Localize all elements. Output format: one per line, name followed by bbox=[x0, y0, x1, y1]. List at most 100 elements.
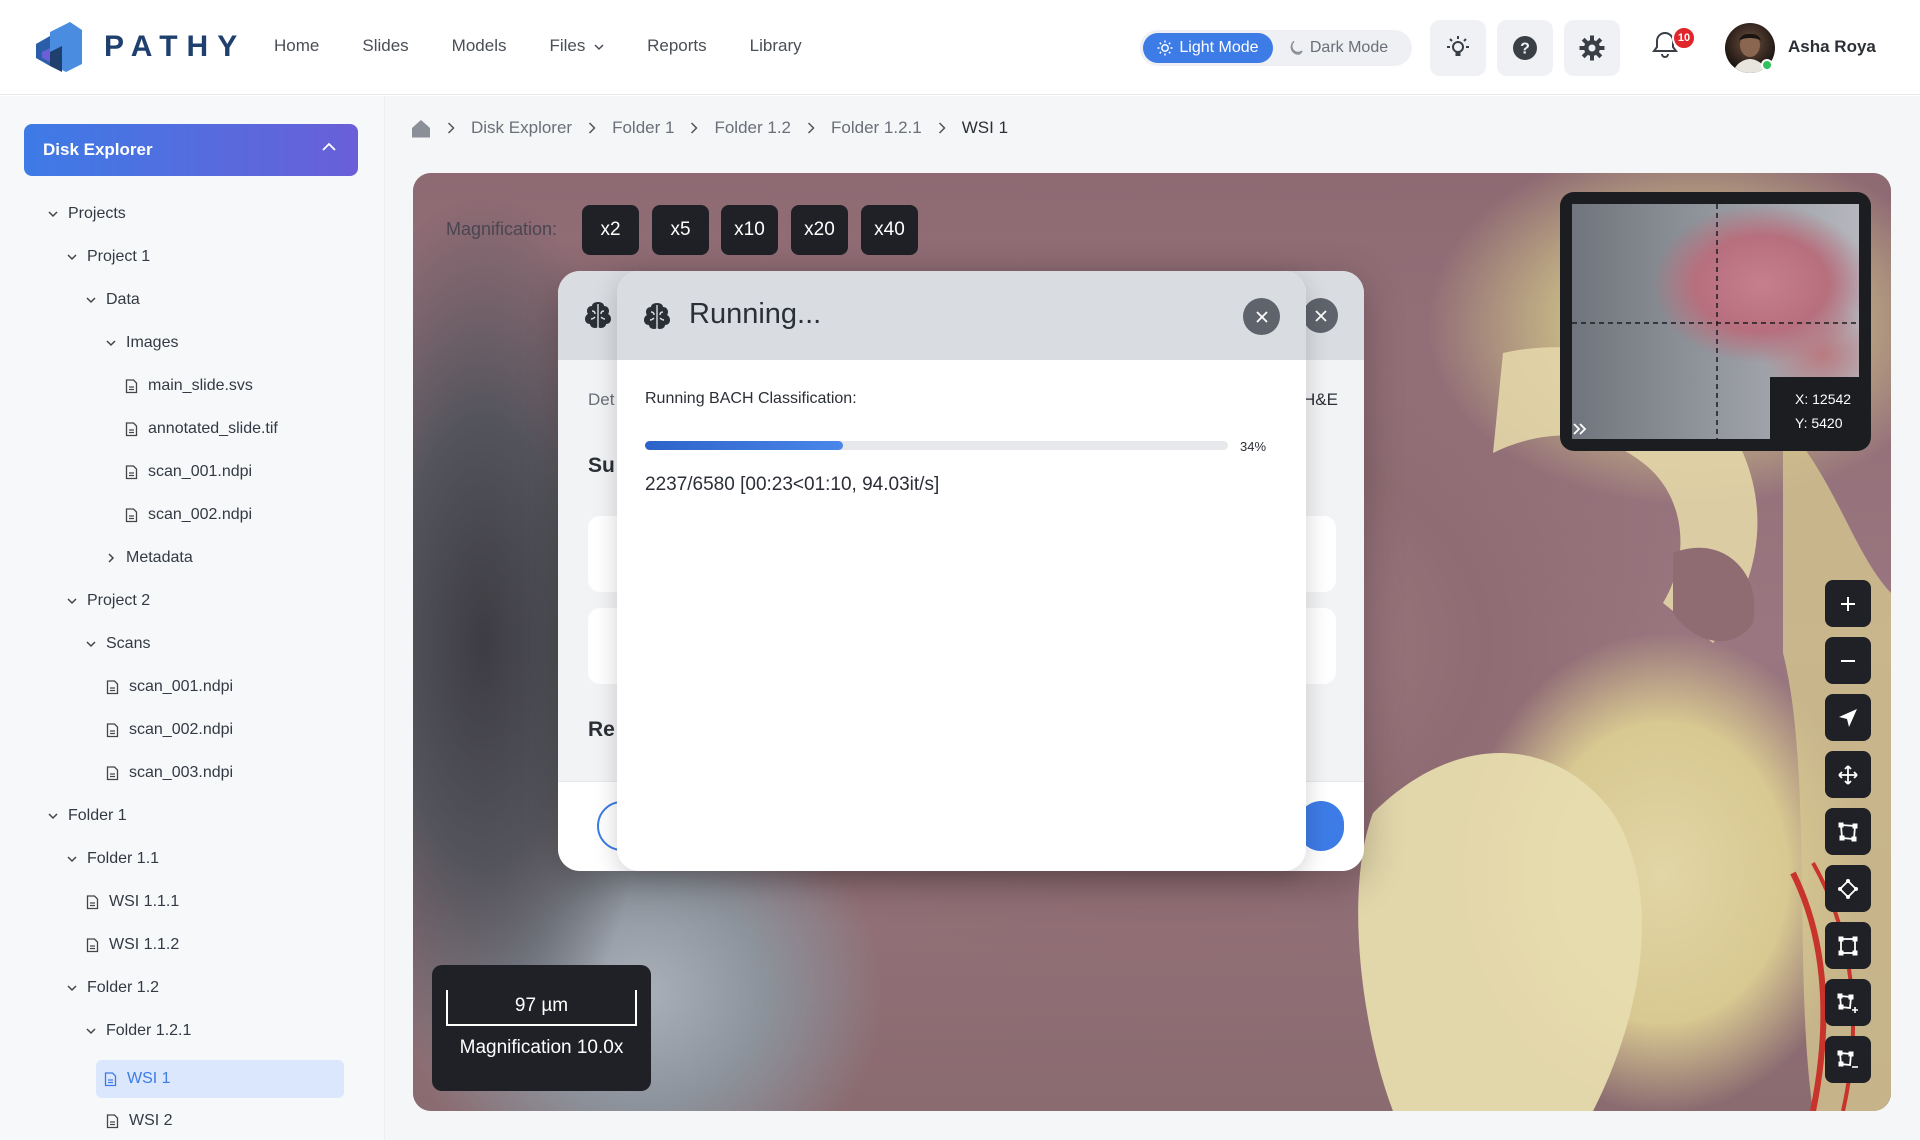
point-tool-button[interactable] bbox=[1825, 865, 1871, 912]
remove-region-button[interactable] bbox=[1825, 1036, 1871, 1083]
rectangle-tool-button[interactable] bbox=[1825, 922, 1871, 969]
tree-label: Folder 1.2.1 bbox=[106, 1022, 192, 1039]
settings-icon bbox=[1579, 35, 1605, 61]
help-button[interactable]: ? bbox=[1497, 20, 1553, 76]
tree-folder-folder-1-2[interactable]: Folder 1.2 bbox=[67, 979, 159, 997]
dark-mode-button[interactable]: Dark Mode bbox=[1273, 39, 1403, 57]
minimap-x-coordinate: X: 12542 bbox=[1795, 391, 1852, 407]
tree-folder-images[interactable]: Images bbox=[106, 334, 178, 352]
tree-file[interactable]: WSI 2 bbox=[106, 1112, 173, 1130]
polygon-tool-button[interactable] bbox=[1825, 808, 1871, 855]
zoom-in-button[interactable] bbox=[1825, 580, 1871, 627]
magnification-x20-button[interactable]: x20 bbox=[791, 205, 848, 255]
light-mode-button[interactable]: Light Mode bbox=[1143, 33, 1273, 63]
notification-badge: 10 bbox=[1672, 26, 1696, 50]
tree-file[interactable]: scan_003.ndpi bbox=[106, 764, 233, 782]
moon-icon bbox=[1290, 40, 1303, 55]
light-mode-label: Light Mode bbox=[1179, 39, 1259, 56]
zoom-out-button[interactable] bbox=[1825, 637, 1871, 684]
online-status-dot bbox=[1761, 59, 1773, 71]
tree-folder-metadata[interactable]: Metadata bbox=[106, 549, 193, 567]
tree-label: scan_002.ndpi bbox=[129, 721, 234, 738]
nav-reports[interactable]: Reports bbox=[647, 36, 707, 56]
nav-slides[interactable]: Slides bbox=[362, 36, 408, 56]
breadcrumb-item[interactable]: Folder 1.2.1 bbox=[831, 118, 922, 138]
magnification-label: Magnification: bbox=[446, 219, 558, 239]
minimap-expand-button[interactable] bbox=[1572, 420, 1588, 441]
chevron-down-icon bbox=[86, 1027, 96, 1034]
tree-folder-folder-1-1[interactable]: Folder 1.1 bbox=[67, 850, 159, 868]
breadcrumb-item[interactable]: Folder 1.2 bbox=[714, 118, 791, 138]
tree-file[interactable]: WSI 1.1.2 bbox=[86, 936, 179, 954]
scale-magnification: Magnification 10.0x bbox=[459, 1037, 624, 1058]
tree-folder-folder-1-2-1[interactable]: Folder 1.2.1 bbox=[86, 1022, 191, 1040]
add-region-button[interactable] bbox=[1825, 979, 1871, 1026]
breadcrumb: Disk Explorer Folder 1 Folder 1.2 Folder… bbox=[411, 118, 1008, 138]
chevron-down-icon bbox=[48, 812, 58, 819]
tree-file[interactable]: scan_001.ndpi bbox=[125, 463, 252, 481]
magnification-x2-button[interactable]: x2 bbox=[582, 205, 639, 255]
pan-button[interactable] bbox=[1825, 751, 1871, 798]
magnification-x10-button[interactable]: x10 bbox=[721, 205, 778, 255]
file-icon bbox=[106, 765, 119, 780]
tree-label: WSI 1 bbox=[127, 1070, 171, 1087]
tree-label: main_slide.svs bbox=[148, 377, 253, 394]
theme-toggle: Light Mode Dark Mode bbox=[1140, 30, 1412, 66]
close-button[interactable] bbox=[1243, 298, 1280, 335]
brand-logo[interactable]: PATHY bbox=[36, 22, 246, 72]
nav-models[interactable]: Models bbox=[452, 36, 507, 56]
lightbulb-button[interactable] bbox=[1430, 20, 1486, 76]
tree-file[interactable]: main_slide.svs bbox=[125, 377, 253, 395]
tree-folder-folder-1[interactable]: Folder 1 bbox=[48, 807, 127, 825]
navigate-icon bbox=[1839, 708, 1857, 727]
tree-file[interactable]: scan_002.ndpi bbox=[125, 506, 252, 524]
double-chevron-right-icon bbox=[1573, 423, 1587, 435]
nav-files[interactable]: Files bbox=[549, 36, 604, 56]
pan-icon bbox=[1838, 764, 1858, 785]
home-icon[interactable] bbox=[411, 119, 431, 138]
chevron-right-icon bbox=[938, 122, 946, 134]
top-bar: PATHY Home Slides Models Files Reports L… bbox=[0, 0, 1920, 95]
nav-files-label: Files bbox=[549, 36, 586, 55]
breadcrumb-item[interactable]: Disk Explorer bbox=[471, 118, 572, 138]
tree-folder-project-2[interactable]: Project 2 bbox=[67, 592, 150, 610]
zoom-out-icon bbox=[1841, 659, 1855, 662]
settings-button[interactable] bbox=[1564, 20, 1620, 76]
tree-label: WSI 1.1.2 bbox=[109, 936, 180, 953]
tree-label: Folder 1.1 bbox=[87, 850, 160, 867]
tree-folder-scans[interactable]: Scans bbox=[86, 635, 150, 653]
tree-file[interactable]: scan_001.ndpi bbox=[106, 678, 233, 696]
close-button-behind bbox=[1303, 298, 1338, 333]
minimap[interactable] bbox=[1560, 192, 1871, 451]
behind-text-fragment: Re bbox=[588, 718, 615, 741]
tree-folder-data[interactable]: Data bbox=[86, 291, 140, 309]
tree-file[interactable]: annotated_slide.tif bbox=[125, 420, 278, 438]
progress-fill bbox=[645, 441, 844, 450]
file-icon bbox=[106, 679, 119, 694]
nav-home[interactable]: Home bbox=[274, 36, 319, 56]
minimap-crosshair bbox=[1572, 204, 1866, 441]
tree-folder-projects[interactable]: Projects bbox=[48, 205, 126, 223]
tree-folder-project-1[interactable]: Project 1 bbox=[67, 248, 150, 266]
chevron-down-icon bbox=[67, 597, 77, 604]
disk-explorer-header[interactable]: Disk Explorer bbox=[24, 124, 358, 176]
user-name[interactable]: Asha Roya bbox=[1788, 37, 1876, 57]
lightbulb-icon bbox=[1447, 36, 1469, 56]
file-icon bbox=[125, 421, 138, 436]
magnification-x40-button[interactable]: x40 bbox=[861, 205, 918, 255]
chevron-down-icon bbox=[86, 296, 96, 303]
navigate-button[interactable] bbox=[1825, 694, 1871, 741]
brain-icon bbox=[585, 302, 611, 328]
breadcrumb-item[interactable]: Folder 1 bbox=[612, 118, 674, 138]
tree-file-selected[interactable]: WSI 1 bbox=[96, 1060, 344, 1098]
magnification-x5-button[interactable]: x5 bbox=[652, 205, 709, 255]
close-icon bbox=[1255, 310, 1268, 323]
tree-file[interactable]: WSI 1.1.1 bbox=[86, 893, 179, 911]
file-icon bbox=[125, 378, 138, 393]
nav-library[interactable]: Library bbox=[750, 36, 802, 56]
tree-file[interactable]: scan_002.ndpi bbox=[106, 721, 233, 739]
file-icon bbox=[86, 894, 99, 909]
sidebar: Disk Explorer bbox=[0, 96, 385, 1140]
chevron-down-icon bbox=[594, 44, 604, 51]
tree-label: scan_002.ndpi bbox=[148, 506, 253, 523]
